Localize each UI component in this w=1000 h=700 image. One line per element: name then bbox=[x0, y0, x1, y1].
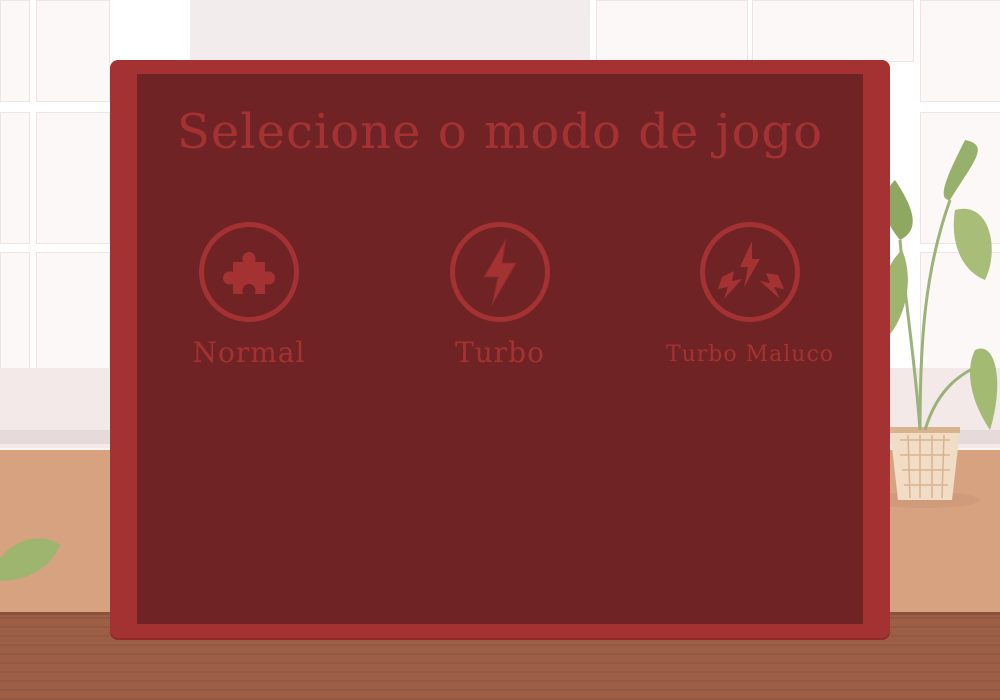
mode-turbo-maluco-button[interactable]: Turbo Maluco bbox=[650, 222, 850, 367]
mode-normal-button[interactable]: Normal bbox=[149, 222, 349, 369]
puzzle-icon bbox=[223, 252, 275, 294]
modal-title: Selecione o modo de jogo bbox=[176, 104, 823, 160]
plant-leaf-icon bbox=[0, 538, 60, 581]
mode-turbo-maluco-icon-circle bbox=[700, 222, 800, 322]
mode-turbo-button[interactable]: Turbo bbox=[400, 222, 600, 369]
mode-normal-label: Normal bbox=[192, 336, 306, 369]
mode-turbo-maluco-label: Turbo Maluco bbox=[665, 342, 835, 367]
lightning-icon bbox=[483, 238, 517, 306]
mode-turbo-label: Turbo bbox=[455, 336, 545, 369]
potted-plant-icon bbox=[880, 140, 998, 508]
crazy-lightning-icon bbox=[718, 241, 784, 299]
mode-normal-icon-circle bbox=[199, 222, 299, 322]
mode-turbo-icon-circle bbox=[450, 222, 550, 322]
